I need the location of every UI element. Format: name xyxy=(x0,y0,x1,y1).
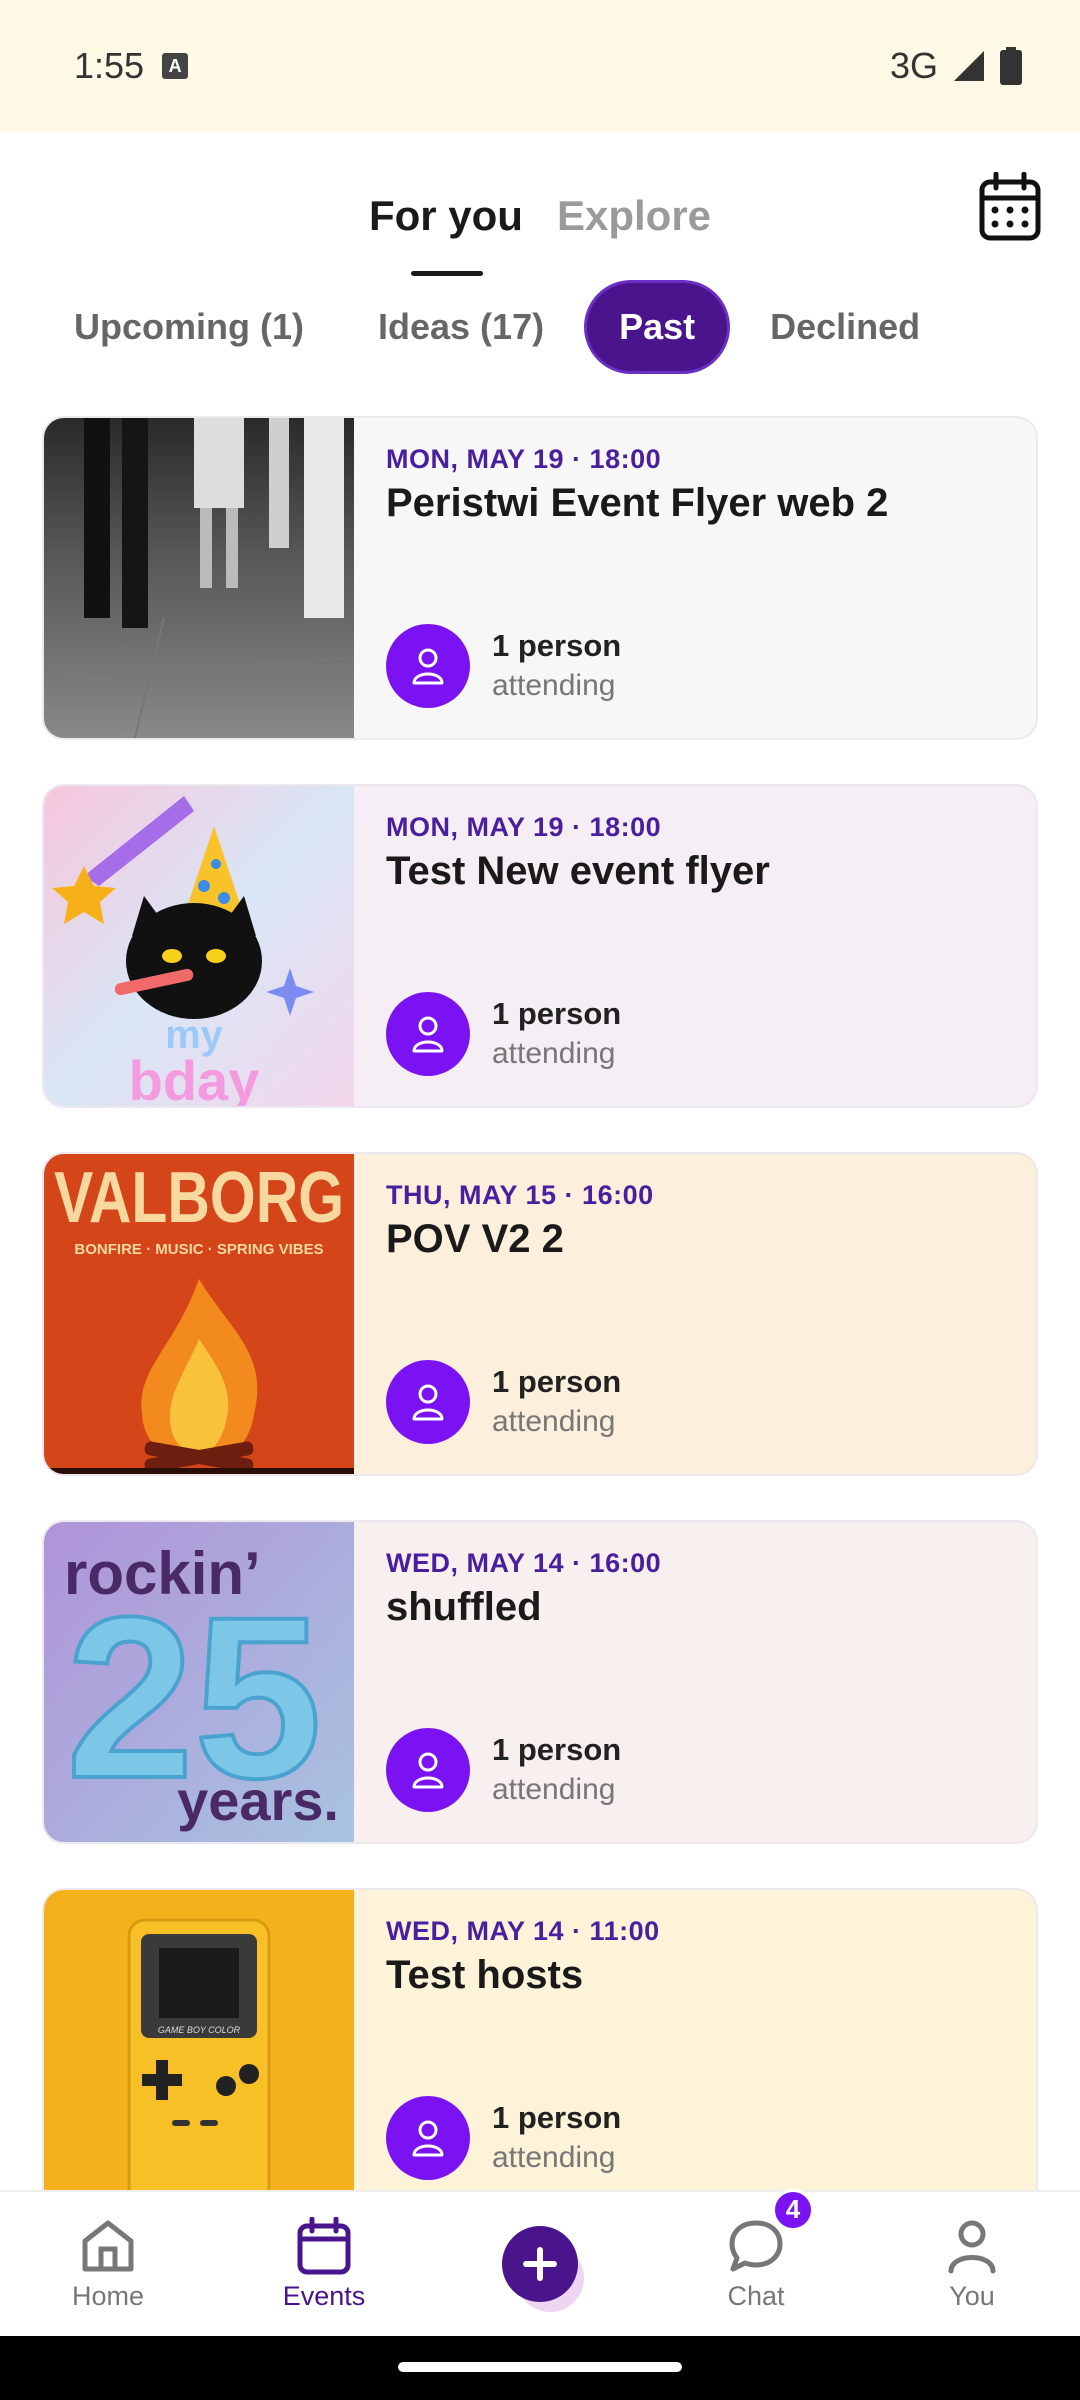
attendee-count: 1 person xyxy=(492,1364,622,1399)
attendance: 1 person attending xyxy=(386,992,621,1076)
attendance: 1 person attending xyxy=(386,2096,621,2180)
event-thumbnail-dancers xyxy=(44,418,354,738)
event-title: Peristwi Event Flyer web 2 xyxy=(386,481,889,525)
bottom-nav: Home Events 4 Chat You xyxy=(0,2188,1080,2336)
person-icon xyxy=(386,2096,470,2180)
profile-icon xyxy=(948,2220,996,2273)
event-card[interactable]: VALBORG BONFIRE · MUSIC · SPRING VIBES T… xyxy=(42,1152,1038,1476)
top-tabs: For you Explore xyxy=(0,162,1080,276)
person-icon xyxy=(386,1360,470,1444)
filter-chips: Upcoming (1) Ideas (17) Past Declined xyxy=(40,280,954,374)
network-type: 3G xyxy=(889,45,938,86)
event-date: WED, MAY 14 · 16:00 xyxy=(386,1548,662,1578)
attendee-label: attending xyxy=(492,1773,616,1806)
nav-chat-label: Chat xyxy=(727,2280,785,2311)
status-bar: 1:55 A 3G xyxy=(0,0,1080,132)
event-title: Test hosts xyxy=(386,1953,584,1997)
attendee-label: attending xyxy=(492,1405,616,1438)
event-list: MON, MAY 19 · 18:00 Peristwi Event Flyer… xyxy=(42,416,1038,2190)
person-icon xyxy=(386,992,470,1076)
plus-icon xyxy=(502,2226,578,2302)
years-text: years. xyxy=(177,1769,339,1832)
event-title: shuffled xyxy=(386,1585,542,1629)
home-icon xyxy=(82,2220,134,2271)
calendar-icon[interactable] xyxy=(978,171,1042,242)
nav-home[interactable]: Home xyxy=(8,2217,208,2312)
event-thumbnail-rockin-25: rockin’ 25 years. xyxy=(44,1522,354,1842)
chat-icon xyxy=(729,2220,783,2271)
nav-you[interactable]: You xyxy=(872,2217,1072,2312)
event-thumbnail-gameboy: GAME BOY COLOR xyxy=(44,1890,354,2190)
filter-declined[interactable]: Declined xyxy=(736,280,954,374)
person-icon xyxy=(386,1728,470,1812)
attendee-label: attending xyxy=(492,669,616,702)
event-date: MON, MAY 19 · 18:00 xyxy=(386,444,662,474)
person-icon xyxy=(386,624,470,708)
attendee-label: attending xyxy=(492,2141,616,2174)
signal-icon xyxy=(954,51,984,81)
event-card[interactable]: GAME BOY COLOR WED, MAY 14 · 11:00 Test … xyxy=(42,1888,1038,2190)
nav-chat[interactable]: 4 Chat xyxy=(656,2188,856,2312)
event-card[interactable]: my bday MON, MAY 19 · 18:00 Test New eve… xyxy=(42,784,1038,1108)
attendee-count: 1 person xyxy=(492,1732,622,1767)
calendar-icon xyxy=(297,2216,351,2274)
event-date: MON, MAY 19 · 18:00 xyxy=(386,812,662,842)
status-time: 1:55 xyxy=(74,45,145,86)
nav-events[interactable]: Events xyxy=(224,2216,424,2312)
tab-explore[interactable]: Explore xyxy=(557,162,711,262)
valborg-subtitle: BONFIRE · MUSIC · SPRING VIBES xyxy=(74,1241,323,1258)
nav-events-label: Events xyxy=(282,2280,366,2311)
attendee-count: 1 person xyxy=(492,996,622,1031)
attendance: 1 person attending xyxy=(386,1360,621,1444)
home-gesture-handle[interactable] xyxy=(398,2362,682,2372)
valborg-title: VALBORG xyxy=(54,1158,344,1238)
event-thumbnail-birthday-cat: my bday xyxy=(44,786,354,1106)
event-thumbnail-valborg: VALBORG BONFIRE · MUSIC · SPRING VIBES xyxy=(44,1154,354,1474)
events-screen: For you Explore Upcoming (1) Ideas (17) … xyxy=(0,132,1080,2190)
nav-home-label: Home xyxy=(71,2280,145,2311)
bday-text: bday xyxy=(129,1049,260,1106)
filter-ideas[interactable]: Ideas (17) xyxy=(344,280,578,374)
event-card[interactable]: rockin’ 25 years. WED, MAY 14 · 16:00 sh… xyxy=(42,1520,1038,1844)
filter-past[interactable]: Past xyxy=(584,280,731,374)
tab-for-you[interactable]: For you xyxy=(369,162,523,276)
gesture-bar xyxy=(0,2336,1080,2400)
event-title: Test New event flyer xyxy=(386,849,770,893)
event-card[interactable]: MON, MAY 19 · 18:00 Peristwi Event Flyer… xyxy=(42,416,1038,740)
chat-unread-badge: 4 xyxy=(772,2188,814,2231)
nav-create[interactable] xyxy=(440,2226,640,2302)
attendee-label: attending xyxy=(492,1037,616,1070)
event-date: WED, MAY 14 · 11:00 xyxy=(386,1916,660,1946)
attendee-count: 1 person xyxy=(492,628,622,663)
keyboard-indicator-icon: A xyxy=(162,53,189,79)
nav-you-label: You xyxy=(949,2280,995,2311)
attendance: 1 person attending xyxy=(386,624,621,708)
event-date: THU, MAY 15 · 16:00 xyxy=(386,1180,654,1210)
gameboy-label: GAME BOY COLOR xyxy=(158,2025,241,2035)
event-title: POV V2 2 xyxy=(386,1217,564,1261)
attendance: 1 person attending xyxy=(386,1728,621,1812)
filter-upcoming[interactable]: Upcoming (1) xyxy=(40,280,338,374)
battery-icon xyxy=(1000,47,1022,85)
attendee-count: 1 person xyxy=(492,2100,622,2135)
